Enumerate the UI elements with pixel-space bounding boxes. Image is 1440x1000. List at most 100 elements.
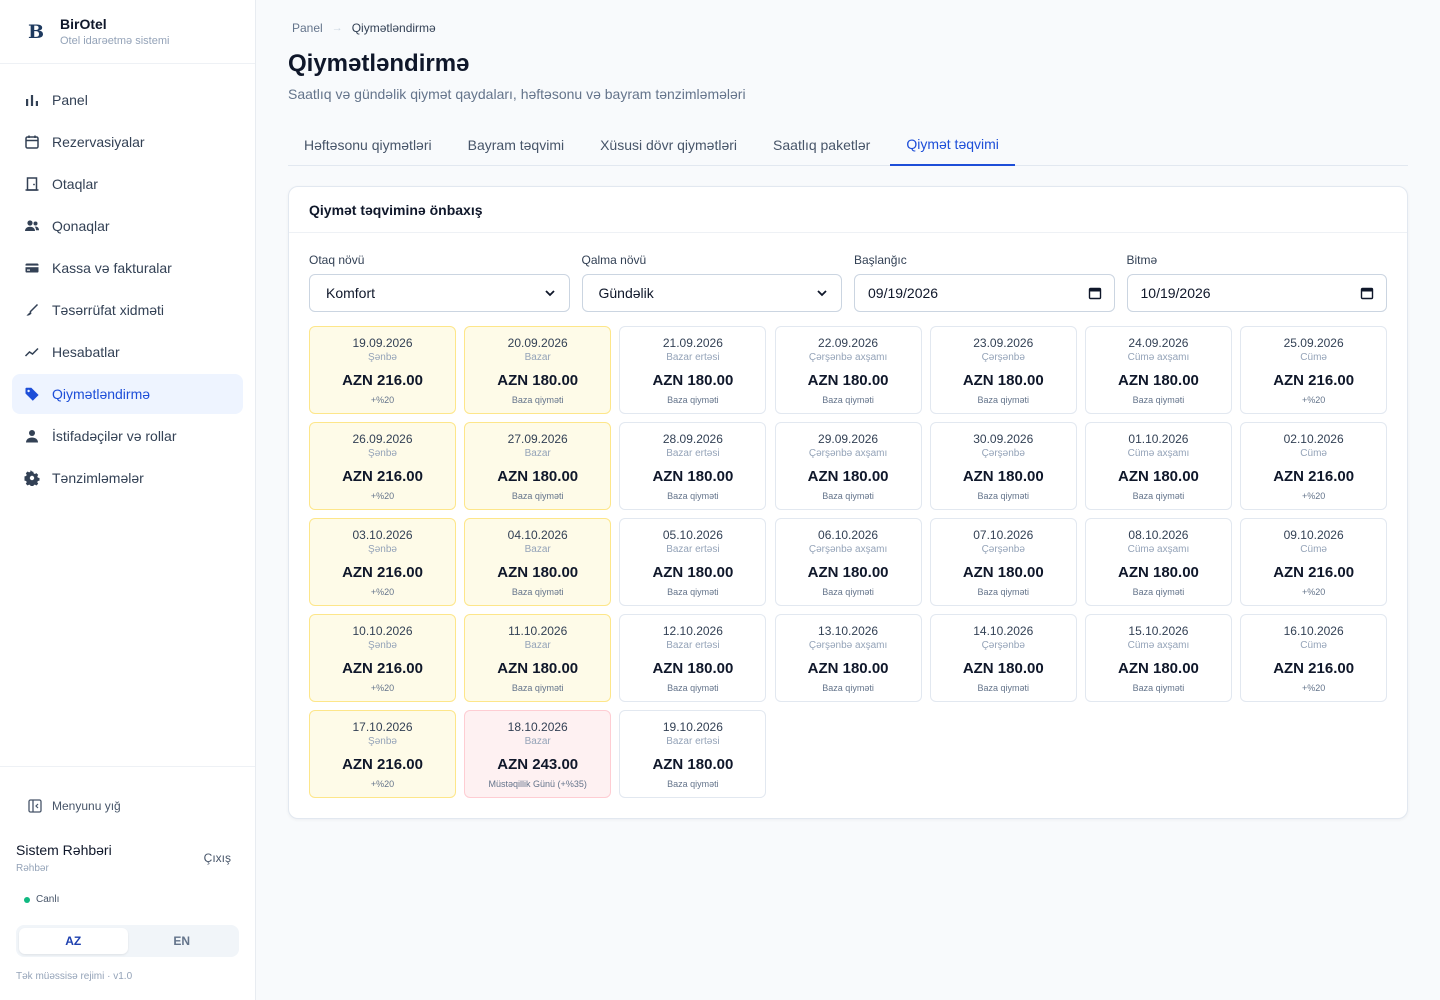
calendar-day-cell[interactable]: 13.10.2026 Çərşənbə axşamı AZN 180.00 Baza … [774, 614, 922, 702]
day-weekday: Bazar [524, 448, 551, 459]
calendar-day-cell[interactable]: 10.10.2026 Şənbə AZN 216.00 +%20 [309, 614, 456, 702]
tab-holiday-calendar[interactable]: Bayram təqvimi [452, 124, 580, 166]
room-type-select[interactable]: Komfort [309, 274, 570, 312]
sidebar-item-qiymetlendirme[interactable]: Qiymətləndirmə [12, 374, 243, 414]
calendar-day-cell[interactable]: 22.09.2026 Çərşənbə axşamı AZN 180.00 Baza … [774, 326, 922, 414]
chevron-down-icon [544, 290, 555, 297]
day-price: AZN 216.00 [342, 660, 423, 677]
day-price-note: +%20 [1301, 491, 1326, 501]
calendar-day-cell[interactable]: 25.09.2026 Cümə AZN 216.00 +%20 [1240, 326, 1388, 414]
day-price-note: +%20 [370, 779, 395, 789]
calendar-day-cell[interactable]: 14.10.2026 Çərşənbə AZN 180.00 Baza qiyməti [929, 614, 1077, 702]
sidebar-item-rezervasiyalar[interactable]: Rezervasiyalar [12, 122, 243, 162]
logout-button[interactable]: Çıxış [204, 851, 231, 865]
day-price: AZN 180.00 [1118, 660, 1199, 677]
calendar-day-cell[interactable]: 02.10.2026 Cümə AZN 216.00 +%20 [1240, 422, 1388, 510]
chevron-right-icon: → [331, 22, 343, 34]
sidebar-item-istifadeciler[interactable]: İstifadəçilər və rollar [12, 416, 243, 456]
calendar-day-cell[interactable]: 11.10.2026 Bazar AZN 180.00 Baza qiyməti [464, 614, 612, 702]
chevron-down-icon [817, 290, 827, 297]
language-en-button[interactable]: EN [128, 928, 237, 954]
day-weekday: Bazar ertəsi [666, 352, 720, 363]
day-weekday: Bazar ertəsi [666, 544, 720, 555]
day-price: AZN 180.00 [497, 468, 579, 485]
day-date: 20.09.2026 [507, 336, 568, 350]
calendar-day-cell[interactable]: 23.09.2026 Çərşənbə AZN 180.00 Baza qiyməti [929, 326, 1077, 414]
live-status: Canlı [24, 894, 59, 905]
start-date-value: 09/19/2026 [868, 285, 939, 301]
day-weekday: Cümə axşamı [1127, 544, 1190, 555]
calendar-day-cell[interactable]: 06.10.2026 Çərşənbə axşamı AZN 180.00 Baza … [774, 518, 922, 606]
day-weekday: Cümə axşamı [1127, 640, 1190, 651]
calendar-day-cell[interactable]: 07.10.2026 Çərşənbə AZN 180.00 Baza qiyməti [929, 518, 1077, 606]
calendar-day-cell[interactable]: 09.10.2026 Cümə AZN 216.00 +%20 [1240, 518, 1388, 606]
calendar-day-cell[interactable]: 16.10.2026 Cümə AZN 216.00 +%20 [1240, 614, 1388, 702]
room-type-label: Otaq növü [309, 253, 365, 267]
sidebar-item-kassa[interactable]: Kassa və fakturalar [12, 248, 243, 288]
calendar-day-cell[interactable]: 01.10.2026 Cümə axşamı AZN 180.00 Baza qiym… [1084, 422, 1232, 510]
calendar-day-cell[interactable]: 24.09.2026 Cümə axşamı AZN 180.00 Baza qiym… [1084, 326, 1232, 414]
tab-special-period-prices[interactable]: Xüsusi dövr qiymətləri [584, 124, 753, 166]
day-date: 24.09.2026 [1128, 336, 1189, 350]
calendar-day-cell[interactable]: 21.09.2026 Bazar ertəsi AZN 180.00 Baza qiy… [619, 326, 767, 414]
sidebar-item-tesserrufat[interactable]: Təsərrüfat xidməti [12, 290, 243, 330]
tab-hourly-packages[interactable]: Saatlıq paketlər [757, 124, 886, 166]
calendar-icon[interactable] [1088, 286, 1102, 300]
sidebar-item-qonaqlar[interactable]: Qonaqlar [12, 206, 243, 246]
calendar-day-cell[interactable]: 20.09.2026 Bazar AZN 180.00 Baza qiyməti [464, 326, 612, 414]
sidebar-item-tenzimlemeler[interactable]: Tənzimləmələr [12, 458, 243, 498]
sidebar-item-hesabatlar[interactable]: Hesabatlar [12, 332, 243, 372]
gear-icon [24, 470, 40, 486]
sidebar-item-panel[interactable]: Panel [12, 80, 243, 120]
calendar-day-cell[interactable]: 12.10.2026 Bazar ertəsi AZN 180.00 Baza qiy… [619, 614, 767, 702]
day-date: 05.10.2026 [662, 528, 723, 542]
calendar-day-cell[interactable]: 03.10.2026 Şənbə AZN 216.00 +%20 [309, 518, 456, 606]
day-date: 04.10.2026 [507, 528, 568, 542]
card-title: Qiymət təqviminə önbaxış [289, 187, 1407, 233]
calendar-day-cell[interactable]: 19.09.2026 Şənbə AZN 216.00 +%20 [309, 326, 456, 414]
collapse-menu-button[interactable]: Menyunu yığ [16, 794, 133, 818]
language-az-button[interactable]: AZ [19, 928, 128, 954]
day-price: AZN 180.00 [652, 372, 734, 389]
day-weekday: Cümə axşamı [1127, 352, 1190, 363]
calendar-day-cell[interactable]: 29.09.2026 Çərşənbə axşamı AZN 180.00 Baza … [774, 422, 922, 510]
sidebar-item-label: Rezervasiyalar [52, 134, 145, 150]
day-date: 30.09.2026 [973, 432, 1034, 446]
day-date: 07.10.2026 [973, 528, 1034, 542]
tab-price-calendar[interactable]: Qiymət təqvimi [890, 124, 1015, 166]
calendar-day-cell[interactable]: 18.10.2026 Bazar AZN 243.00 Müstəqillik Gün… [464, 710, 612, 798]
sidebar-item-label: Tənzimləmələr [52, 470, 144, 486]
calendar-day-cell[interactable]: 30.09.2026 Çərşənbə AZN 180.00 Baza qiyməti [929, 422, 1077, 510]
day-date: 16.10.2026 [1283, 624, 1344, 638]
day-weekday: Cümə axşamı [1127, 448, 1190, 459]
users-icon [24, 218, 40, 234]
day-date: 28.09.2026 [662, 432, 723, 446]
day-date: 01.10.2026 [1128, 432, 1189, 446]
calendar-day-cell[interactable]: 28.09.2026 Bazar ertəsi AZN 180.00 Baza qiy… [619, 422, 767, 510]
calendar-day-cell[interactable]: 27.09.2026 Bazar AZN 180.00 Baza qiyməti [464, 422, 612, 510]
sidebar-item-otaqlar[interactable]: Otaqlar [12, 164, 243, 204]
calendar-day-cell[interactable]: 26.09.2026 Şənbə AZN 216.00 +%20 [309, 422, 456, 510]
day-weekday: Şənbə [368, 352, 397, 363]
day-price-note: Baza qiyməti [511, 395, 564, 405]
day-price-note: Baza qiyməti [1132, 587, 1185, 597]
day-weekday: Cümə [1300, 544, 1327, 555]
day-price: AZN 180.00 [652, 564, 734, 581]
breadcrumb-current: Qiymətləndirmə [351, 21, 436, 35]
calendar-day-cell[interactable]: 15.10.2026 Cümə axşamı AZN 180.00 Baza qiym… [1084, 614, 1232, 702]
calendar-day-cell[interactable]: 17.10.2026 Şənbə AZN 216.00 +%20 [309, 710, 456, 798]
calendar-day-cell[interactable]: 19.10.2026 Bazar ertəsi AZN 180.00 Baza qiy… [619, 710, 767, 798]
day-weekday: Çərşənbə [981, 448, 1025, 459]
sidebar-footer: Menyunu yığ Sistem Rəhbəri Rəhbər Çıxış … [0, 766, 255, 1000]
calendar-day-cell[interactable]: 04.10.2026 Bazar AZN 180.00 Baza qiyməti [464, 518, 612, 606]
end-date-input[interactable]: 10/19/2026 [1126, 274, 1387, 312]
tab-weekend-prices[interactable]: Həftəsonu qiymətləri [288, 124, 448, 166]
stay-type-select[interactable]: Gündəlik [581, 274, 842, 312]
day-weekday: Cümə [1300, 448, 1327, 459]
breadcrumb-root[interactable]: Panel [292, 21, 323, 35]
calendar-day-cell[interactable]: 08.10.2026 Cümə axşamı AZN 180.00 Baza qiym… [1084, 518, 1232, 606]
calendar-icon[interactable] [1360, 286, 1374, 300]
brand[interactable]: B BirOtel Otel idarəetmə sistemi [0, 0, 255, 64]
calendar-day-cell[interactable]: 05.10.2026 Bazar ertəsi AZN 180.00 Baza qiy… [619, 518, 767, 606]
start-date-input[interactable]: 09/19/2026 [854, 274, 1115, 312]
